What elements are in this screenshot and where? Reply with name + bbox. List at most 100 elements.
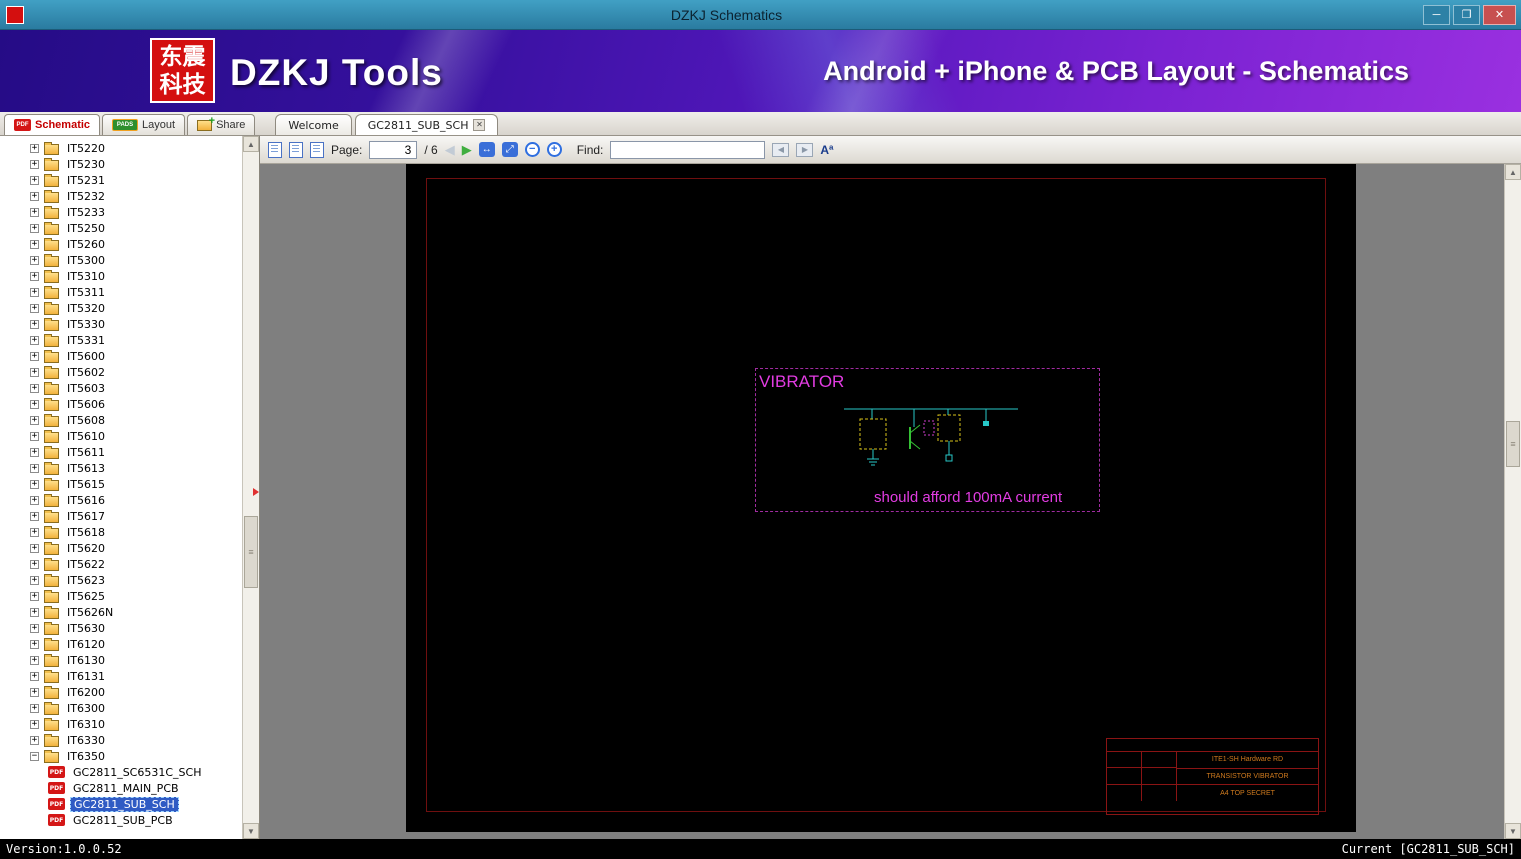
expand-icon[interactable]: + — [30, 623, 39, 633]
tree-row[interactable]: + IT5260 — [0, 236, 242, 252]
tree-row[interactable]: + IT5300 — [0, 252, 242, 268]
expand-icon[interactable]: + — [30, 671, 39, 681]
tree-row[interactable]: + IT5623 — [0, 572, 242, 588]
tree-row[interactable]: + IT5608 — [0, 412, 242, 428]
tree-row[interactable]: + IT5230 — [0, 156, 242, 172]
scroll-up-icon[interactable]: ▲ — [243, 136, 259, 152]
tree-row[interactable]: PDF GC2811_SC6531C_SCH — [0, 764, 242, 780]
tree-row[interactable]: + IT5620 — [0, 540, 242, 556]
doc-tab-active[interactable]: GC2811_SUB_SCH ✕ — [354, 114, 499, 135]
expand-icon[interactable]: + — [30, 463, 39, 473]
expand-icon[interactable]: + — [30, 559, 39, 569]
tree-row[interactable]: + IT5233 — [0, 204, 242, 220]
tree-row[interactable]: + IT5610 — [0, 428, 242, 444]
expand-icon[interactable]: + — [30, 207, 39, 217]
expand-icon[interactable]: + — [30, 287, 39, 297]
maximize-button[interactable]: ❐ — [1453, 4, 1480, 25]
expand-icon[interactable]: + — [30, 223, 39, 233]
tree-row[interactable]: + IT5602 — [0, 364, 242, 380]
expand-icon[interactable]: + — [30, 239, 39, 249]
expand-icon[interactable]: + — [30, 431, 39, 441]
find-input[interactable] — [610, 140, 766, 159]
tree-row[interactable]: PDF GC2811_SUB_PCB — [0, 812, 242, 828]
tree-row[interactable]: + IT5618 — [0, 524, 242, 540]
tree-row[interactable]: + IT6330 — [0, 732, 242, 748]
tree-row[interactable]: + IT5331 — [0, 332, 242, 348]
next-page-icon[interactable]: ▶ — [462, 143, 472, 156]
expand-icon[interactable]: + — [30, 175, 39, 185]
tree-row[interactable]: PDF GC2811_SUB_SCH — [0, 796, 242, 812]
splitter-handle[interactable] — [253, 488, 259, 496]
expand-icon[interactable]: + — [30, 159, 39, 169]
expand-icon[interactable]: + — [30, 735, 39, 745]
snapshot-icon[interactable] — [289, 141, 303, 158]
page-number-input[interactable] — [369, 140, 418, 159]
scroll-down-icon[interactable]: ▼ — [243, 823, 259, 839]
font-size-icon[interactable]: Aª — [820, 143, 833, 157]
zoom-in-icon[interactable]: + — [546, 142, 562, 157]
tree-row[interactable]: + IT5232 — [0, 188, 242, 204]
expand-icon[interactable]: + — [30, 415, 39, 425]
expand-icon[interactable]: + — [30, 543, 39, 553]
multi-page-icon[interactable] — [310, 141, 324, 158]
expand-icon[interactable]: + — [30, 687, 39, 697]
tree-row[interactable]: PDF GC2811_MAIN_PCB — [0, 780, 242, 796]
expand-icon[interactable]: + — [30, 447, 39, 457]
tab-share[interactable]: Share — [187, 114, 256, 135]
expand-icon[interactable]: + — [30, 351, 39, 361]
tree-row[interactable]: + IT6131 — [0, 668, 242, 684]
expand-icon[interactable]: + — [30, 319, 39, 329]
tree-scroll-thumb[interactable]: ≡ — [244, 515, 258, 588]
tree-row[interactable]: + IT5613 — [0, 460, 242, 476]
tree-row[interactable]: + IT5231 — [0, 172, 242, 188]
tree-row[interactable]: + IT6300 — [0, 700, 242, 716]
tab-close-icon[interactable]: ✕ — [473, 119, 486, 131]
tree-row[interactable]: + IT5616 — [0, 492, 242, 508]
expand-icon[interactable]: + — [30, 639, 39, 649]
close-button[interactable]: ✕ — [1483, 4, 1516, 25]
expand-icon[interactable]: + — [30, 703, 39, 713]
expand-icon[interactable]: + — [30, 527, 39, 537]
expand-icon[interactable]: + — [30, 607, 39, 617]
tree-row[interactable]: + IT6310 — [0, 716, 242, 732]
tree-row[interactable]: + IT5320 — [0, 300, 242, 316]
expand-icon[interactable]: + — [30, 367, 39, 377]
collapse-icon[interactable]: − — [30, 751, 39, 761]
doc-tab-welcome[interactable]: Welcome — [275, 114, 352, 135]
viewer-scrollbar[interactable]: ▲ ≡ ▼ — [1504, 164, 1521, 839]
scroll-up-icon[interactable]: ▲ — [1505, 164, 1521, 180]
tree-row[interactable]: + IT5625 — [0, 588, 242, 604]
minimize-button[interactable]: ─ — [1423, 4, 1450, 25]
expand-icon[interactable]: + — [30, 575, 39, 585]
expand-icon[interactable]: + — [30, 335, 39, 345]
expand-icon[interactable]: + — [30, 255, 39, 265]
scroll-down-icon[interactable]: ▼ — [1505, 823, 1521, 839]
expand-icon[interactable]: + — [30, 719, 39, 729]
expand-icon[interactable]: + — [30, 511, 39, 521]
tab-layout[interactable]: PADS Layout — [102, 114, 186, 135]
expand-icon[interactable]: + — [30, 591, 39, 601]
expand-icon[interactable]: + — [30, 143, 39, 153]
tree-row[interactable]: + IT6130 — [0, 652, 242, 668]
tree-row[interactable]: + IT5603 — [0, 380, 242, 396]
tree-row[interactable]: + IT5220 — [0, 140, 242, 156]
find-previous-icon[interactable]: ◀ — [772, 142, 790, 157]
tree-row[interactable]: + IT5611 — [0, 444, 242, 460]
tree-row[interactable]: + IT5330 — [0, 316, 242, 332]
tree-row[interactable]: + IT5311 — [0, 284, 242, 300]
tree-row[interactable]: + IT5626N — [0, 604, 242, 620]
tree-row[interactable]: + IT5310 — [0, 268, 242, 284]
expand-icon[interactable]: + — [30, 655, 39, 665]
tree-row[interactable]: + IT5622 — [0, 556, 242, 572]
fit-page-icon[interactable]: ⤢ — [501, 142, 518, 157]
tree-row[interactable]: + IT5617 — [0, 508, 242, 524]
expand-icon[interactable]: + — [30, 399, 39, 409]
zoom-out-icon[interactable]: − — [524, 142, 540, 157]
tab-schematic[interactable]: PDF Schematic — [4, 114, 101, 135]
copy-page-icon[interactable] — [268, 141, 282, 158]
tree-row[interactable]: + IT6200 — [0, 684, 242, 700]
tree-row[interactable]: + IT5250 — [0, 220, 242, 236]
tree-row[interactable]: + IT5615 — [0, 476, 242, 492]
fit-width-icon[interactable]: ↔ — [478, 142, 495, 157]
expand-icon[interactable]: + — [30, 495, 39, 505]
